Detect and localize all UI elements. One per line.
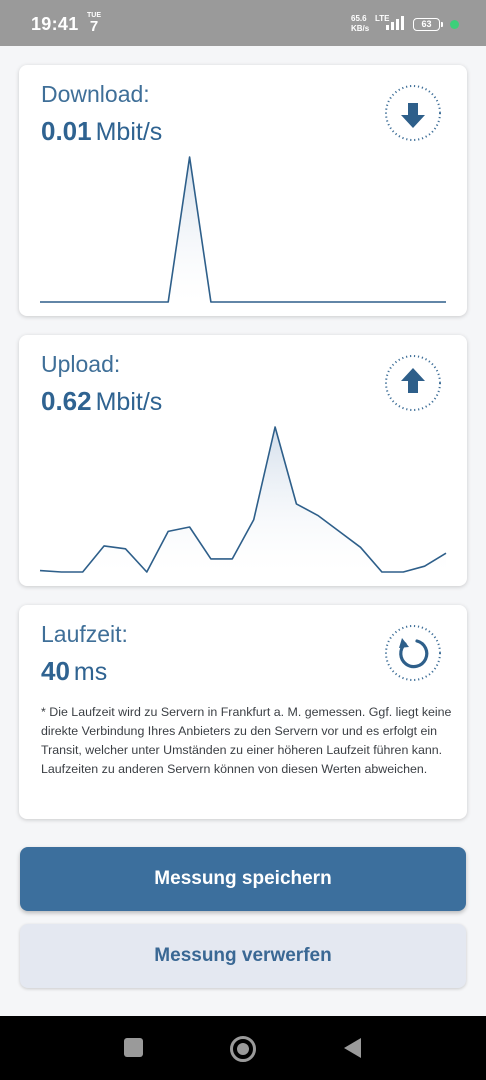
signal-icon [386,16,404,30]
battery-icon: 63 [413,18,443,31]
recent-apps-button[interactable] [124,1038,143,1057]
refresh-icon [385,625,441,681]
status-day: 7 [89,18,99,35]
network-speed-unit: KB/s [351,24,370,33]
network-speed-value: 65.6 [351,14,367,23]
status-bar: 19:41 TUE 7 65.6 KB/s LTE 63 [0,0,486,46]
save-measurement-button[interactable]: Messung speichern [20,847,466,911]
download-value-line: 0.01 Mbit/s [41,116,162,147]
discard-measurement-button[interactable]: Messung verwerfen [20,924,466,988]
latency-unit: ms [73,658,108,686]
download-value: 0.01 [41,116,92,146]
latency-title: Laufzeit: [41,621,128,647]
latency-value: 40 [41,656,70,686]
upload-unit: Mbit/s [95,388,163,416]
privacy-indicator-dot [450,20,459,29]
network-speed: 65.6 KB/s [351,14,369,34]
arrow-up-icon [385,355,441,411]
latency-note: * Die Laufzeit wird zu Servern in Frankf… [41,705,452,776]
upload-chart [39,426,447,573]
upload-card: Upload: 0.62 Mbit/s [19,335,467,586]
home-button[interactable] [230,1036,256,1062]
arrow-down-icon [385,85,441,141]
download-unit: Mbit/s [95,118,163,146]
status-time: 19:41 [31,14,79,34]
download-chart-line [40,156,446,303]
download-chart-area [40,157,446,302]
latency-value-line: 40 ms [41,656,107,687]
status-date: TUE 7 [87,12,101,34]
upload-value-line: 0.62 Mbit/s [41,386,162,417]
latency-card: Laufzeit: 40 ms * Die Laufzeit wird zu Se… [19,605,467,819]
download-title: Download: [41,81,150,107]
upload-title: Upload: [41,351,121,377]
download-card: Download: 0.01 Mbit/s [19,65,467,316]
download-chart [40,156,446,303]
upload-value: 0.62 [41,386,92,416]
navigation-bar [0,1016,486,1080]
back-button[interactable] [344,1038,361,1058]
